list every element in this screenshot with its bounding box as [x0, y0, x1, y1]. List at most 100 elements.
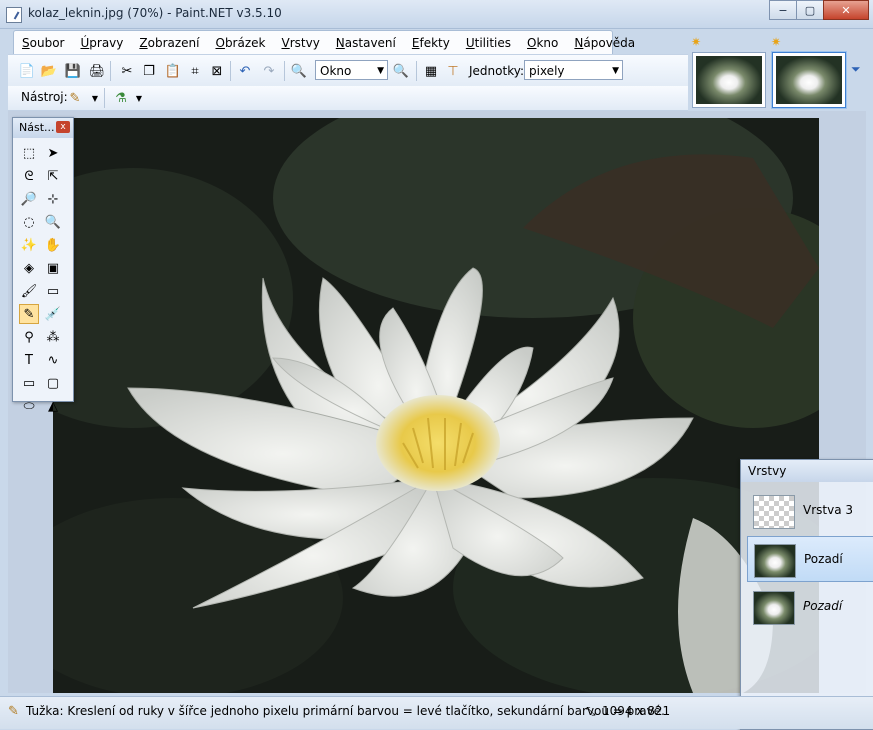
layer-name: Pozadí — [803, 599, 843, 613]
rounded-rectangle-tool-icon[interactable]: ▢ — [43, 373, 63, 393]
menu-item-label: obrazení — [147, 35, 200, 50]
tools-window-close-button[interactable]: x — [56, 121, 70, 133]
grid-icon[interactable]: ▦ — [422, 62, 440, 80]
redo-icon[interactable]: ↷ — [260, 62, 278, 80]
gradient-tool-icon[interactable]: ▣ — [43, 258, 63, 278]
pencil-icon: ✎ — [8, 704, 19, 719]
layer-row[interactable]: Vrstva 3 — [747, 488, 873, 534]
unsaved-star-icon: ✷ — [691, 35, 702, 49]
rulers-icon[interactable]: ⊤ — [444, 62, 462, 80]
clone-stamp-tool-icon[interactable]: ⚲ — [19, 327, 39, 347]
menu-item[interactable]: Soubor — [14, 36, 72, 50]
image-size: 1094 x 821 — [602, 704, 671, 718]
pencil-icon[interactable]: ✎ — [66, 89, 84, 107]
zoom-tool-icon[interactable]: 🔎 — [19, 189, 39, 209]
menu-item-label: kno — [536, 35, 559, 50]
save-icon[interactable]: 💾 — [64, 62, 82, 80]
crop-to-selection-icon[interactable]: ⌗ — [186, 62, 204, 80]
menu-item[interactable]: Nápověda — [566, 36, 643, 50]
tabs-dropdown-icon[interactable]: ⏷ — [851, 62, 861, 77]
menu-bar: Soubor Úpravy Zobrazení Obrázek Vrstvy Nastav… — [13, 30, 635, 54]
thumbnail-image — [696, 56, 762, 104]
layer-row[interactable]: Pozadí — [747, 584, 873, 630]
menu-item[interactable]: Efekty — [404, 36, 458, 50]
menu-item-label: pravy — [89, 35, 124, 50]
layer-row[interactable]: Pozadí — [747, 536, 873, 582]
menu-item-accelerator: V — [281, 35, 290, 50]
open-folder-icon[interactable]: 📂 — [40, 62, 58, 80]
layer-thumbnail — [754, 544, 796, 578]
paintbrush-tool-icon[interactable]: 🖌 — [19, 281, 39, 301]
menu-item[interactable]: Okno — [519, 36, 566, 50]
rect-select-tool-icon[interactable]: ⬚ — [19, 143, 39, 163]
zoom-in-icon[interactable]: 🔍 — [392, 62, 410, 80]
zoom-combo[interactable]: Okno ▼ — [315, 60, 388, 80]
magic-wand-alt-tool-icon[interactable]: ⊹ — [43, 189, 63, 209]
image-size-icon: ⤡ — [586, 704, 596, 718]
cut-icon[interactable]: ✂ — [118, 62, 136, 80]
menu-item-label: fekty — [419, 35, 450, 50]
units-combo[interactable]: pixely ▼ — [524, 60, 623, 80]
chevron-down-icon[interactable]: ▼ — [86, 89, 104, 107]
rectangle-tool-icon[interactable]: ▭ — [19, 373, 39, 393]
new-file-icon[interactable]: 📄 — [18, 62, 36, 80]
layer-thumbnail — [753, 495, 795, 529]
deselect-icon[interactable]: ⊠ — [208, 62, 226, 80]
main-toolbar: 📄 📂 💾 🖨 ✂ ❐ 📋 ⌗ ⊠ ↶ ↷ 🔍 Okno ▼ 🔍 ▦ ⊤ Jed… — [8, 54, 688, 88]
text-tool-icon[interactable]: T — [19, 350, 39, 370]
thumbnail-image — [776, 56, 842, 104]
paint-bucket-tool-icon[interactable]: ◈ — [19, 258, 39, 278]
maximize-button[interactable]: ▢ — [796, 0, 824, 20]
minimize-button[interactable]: − — [769, 0, 797, 20]
menu-item[interactable]: Úpravy — [72, 36, 131, 50]
freeform-shape-tool-icon[interactable]: ◭ — [43, 396, 63, 416]
blend-mode-icon[interactable]: ⚗ — [112, 89, 130, 107]
color-picker-tool-icon[interactable]: 💉 — [43, 304, 63, 324]
menu-item-label: brázek — [224, 35, 266, 50]
menu-item-accelerator: O — [215, 35, 225, 50]
menu-item-accelerator: S — [22, 35, 30, 50]
recolor-tool-icon[interactable]: ⁂ — [43, 327, 63, 347]
tool-options-toolbar: Nástroj: ✎ ▼ ⚗ ▼ — [8, 86, 688, 111]
lasso-select-tool-icon[interactable]: ᘓ — [19, 166, 39, 186]
layer-name: Vrstva 3 — [803, 503, 854, 517]
layers-window-title[interactable]: Vrstvy — [741, 460, 873, 482]
undo-icon[interactable]: ↶ — [236, 62, 254, 80]
status-text: Tužka: Kreslení od ruky v šířce jednoho … — [26, 704, 665, 718]
image-tab-thumbnail-active[interactable]: ✷ — [771, 35, 846, 108]
eraser-tool-icon[interactable]: ▭ — [43, 281, 63, 301]
paste-icon[interactable]: 📋 — [164, 62, 182, 80]
paint-net-app-icon[interactable] — [6, 7, 22, 23]
print-icon[interactable]: 🖨 — [88, 62, 106, 80]
layer-thumbnail — [753, 591, 795, 625]
menu-item-label: tilities — [474, 35, 512, 50]
menu-item-label: rstvy — [289, 35, 320, 50]
zoom-alt-tool-icon[interactable]: 🔍 — [43, 212, 63, 232]
chevron-down-icon: ▼ — [377, 66, 384, 76]
image-tab-thumbnail[interactable]: ✷ — [691, 35, 766, 108]
image-canvas[interactable] — [53, 118, 819, 693]
water-lily-image — [53, 118, 819, 693]
zoom-out-icon[interactable]: 🔍 — [290, 62, 308, 80]
menu-item[interactable]: Utilities — [458, 36, 519, 50]
move-selected-tool-icon[interactable]: ⇱ — [43, 166, 63, 186]
menu-item-accelerator: Z — [139, 35, 148, 50]
menu-item[interactable]: Zobrazení — [131, 36, 207, 50]
copy-icon[interactable]: ❐ — [140, 62, 158, 80]
ellipse-select-tool-icon[interactable]: ◌ — [19, 212, 39, 232]
menu-item-accelerator: U — [465, 35, 475, 50]
chevron-down-icon[interactable]: ▼ — [130, 89, 148, 107]
layer-name: Pozadí — [804, 552, 843, 566]
menu-item[interactable]: Obrázek — [207, 36, 273, 50]
toolbar-separator — [284, 61, 285, 81]
menu-item[interactable]: Nastavení — [328, 36, 404, 50]
pan-tool-icon[interactable]: ✋ — [43, 235, 63, 255]
line-curve-tool-icon[interactable]: ∿ — [43, 350, 63, 370]
pencil-tool-icon[interactable]: ✎ — [19, 304, 39, 324]
tool-label: Nástroj: — [21, 90, 68, 104]
move-selection-tool-icon[interactable]: ➤ — [43, 143, 63, 163]
ellipse-tool-icon[interactable]: ⬭ — [19, 396, 39, 416]
menu-item[interactable]: Vrstvy — [273, 36, 327, 50]
magic-wand-tool-icon[interactable]: ✨ — [19, 235, 39, 255]
close-button[interactable]: ✕ — [823, 0, 869, 20]
